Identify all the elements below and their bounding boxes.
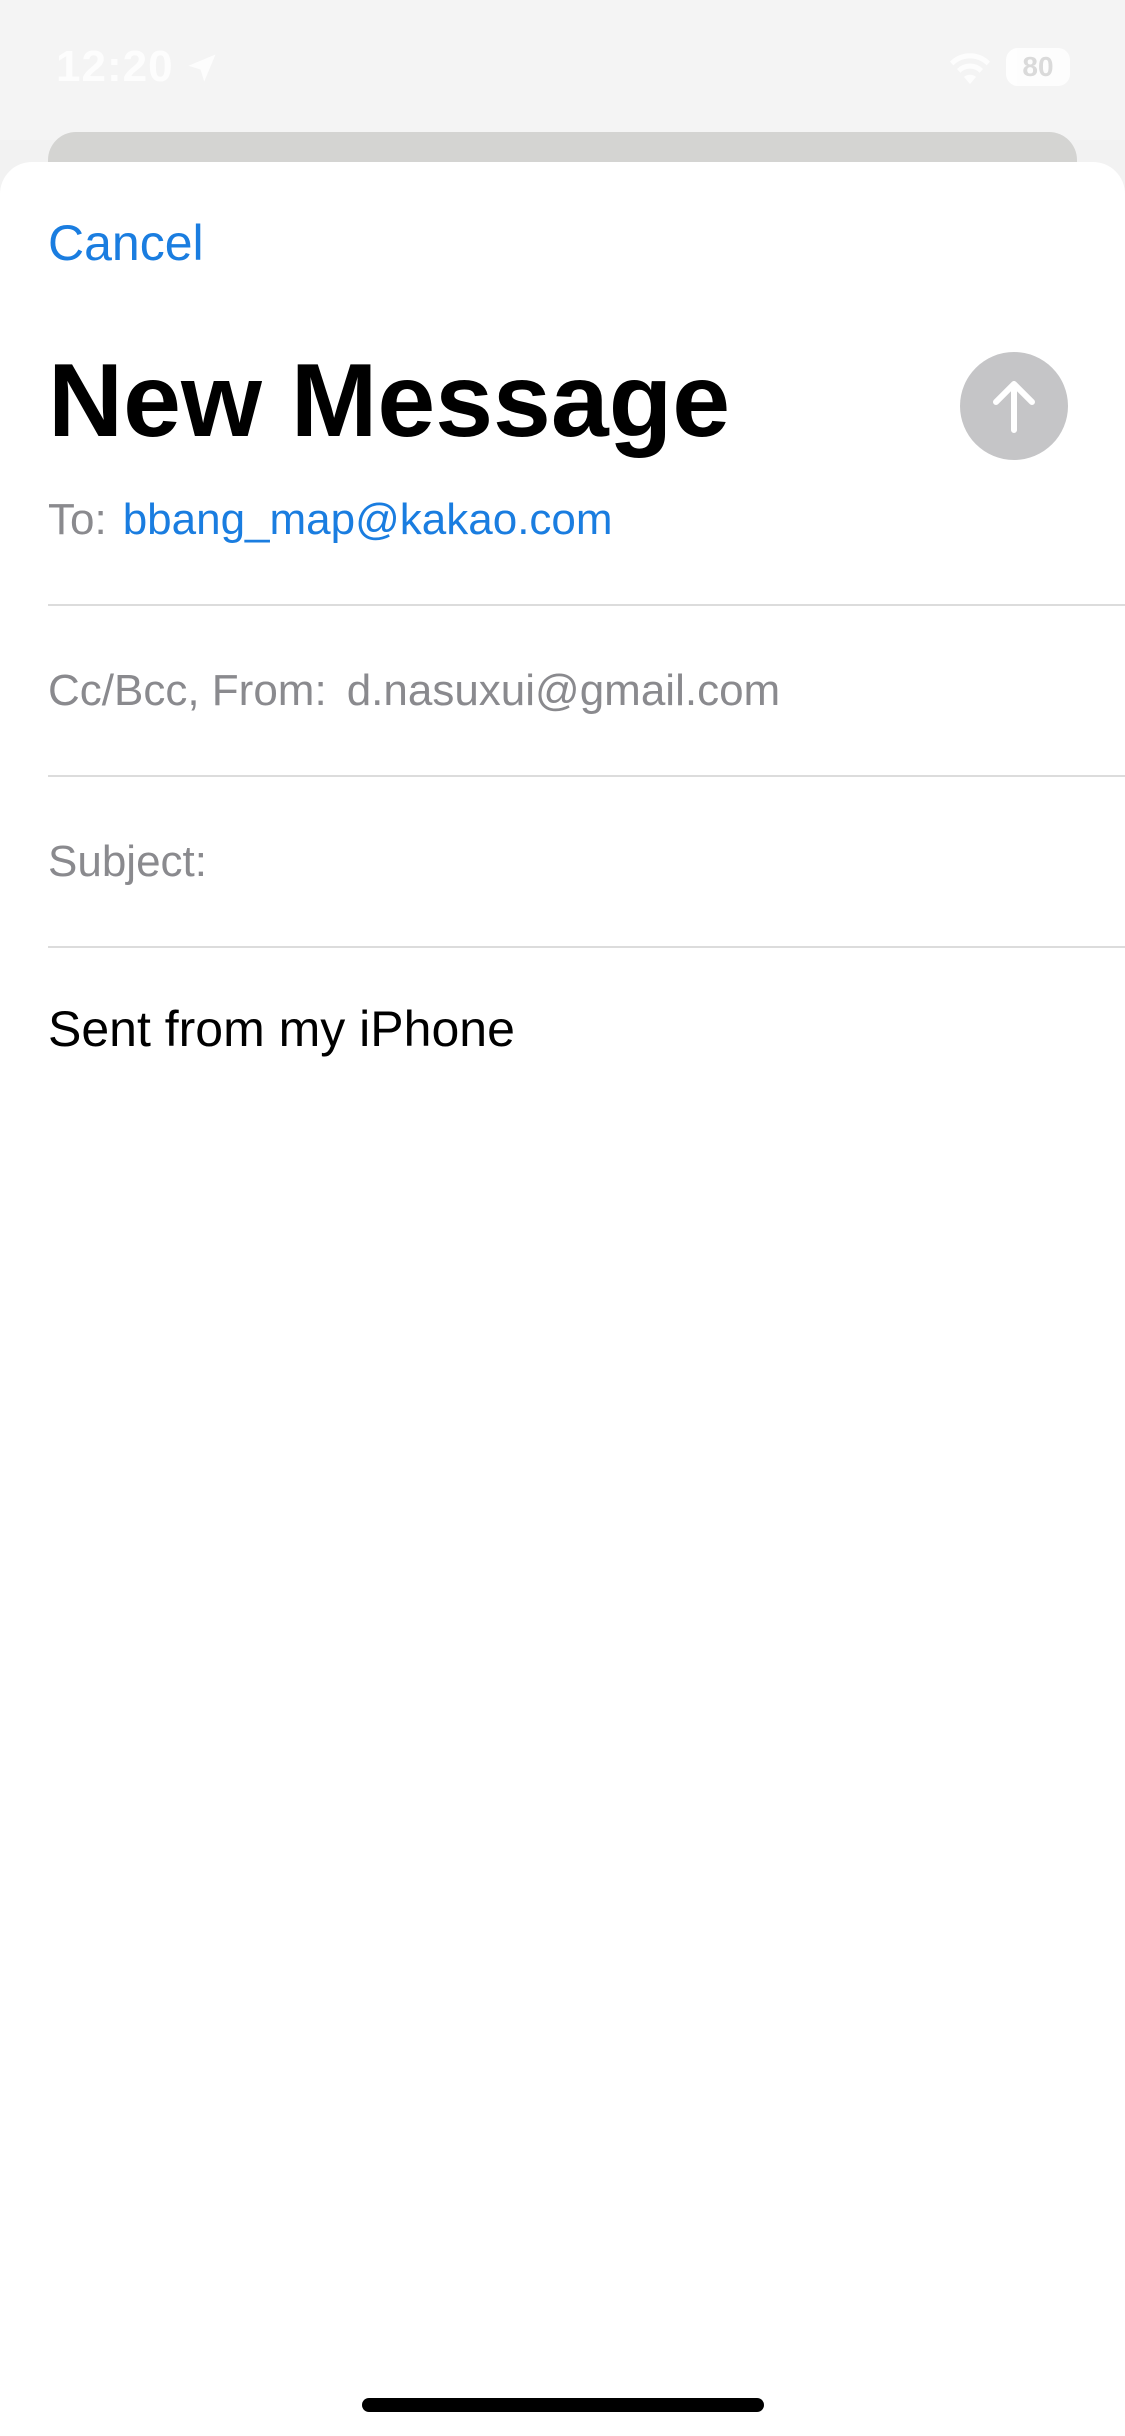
- location-arrow-icon: [188, 54, 216, 82]
- arrow-up-icon: [993, 381, 1035, 433]
- message-body[interactable]: Sent from my iPhone: [48, 1000, 515, 1058]
- to-field-row[interactable]: To: bbang_map@kakao.com: [48, 436, 1125, 606]
- home-indicator: [362, 2398, 764, 2412]
- subject-field-row[interactable]: Subject:: [48, 778, 1125, 948]
- to-recipient[interactable]: bbang_map@kakao.com: [123, 495, 613, 545]
- status-bar: 12:20 80: [0, 0, 1125, 140]
- ccbcc-from-label: Cc/Bcc, From:: [48, 666, 327, 715]
- battery-indicator: 80: [1006, 48, 1070, 86]
- cancel-button[interactable]: Cancel: [48, 214, 204, 272]
- ccbcc-from-row[interactable]: Cc/Bcc, From: d.nasuxui@gmail.com: [48, 607, 1125, 777]
- to-label: To:: [48, 495, 107, 544]
- status-time: 12:20: [56, 42, 174, 91]
- wifi-icon: [950, 53, 990, 84]
- from-address[interactable]: d.nasuxui@gmail.com: [347, 666, 781, 716]
- subject-label: Subject:: [48, 837, 207, 886]
- subject-input[interactable]: [222, 836, 1125, 888]
